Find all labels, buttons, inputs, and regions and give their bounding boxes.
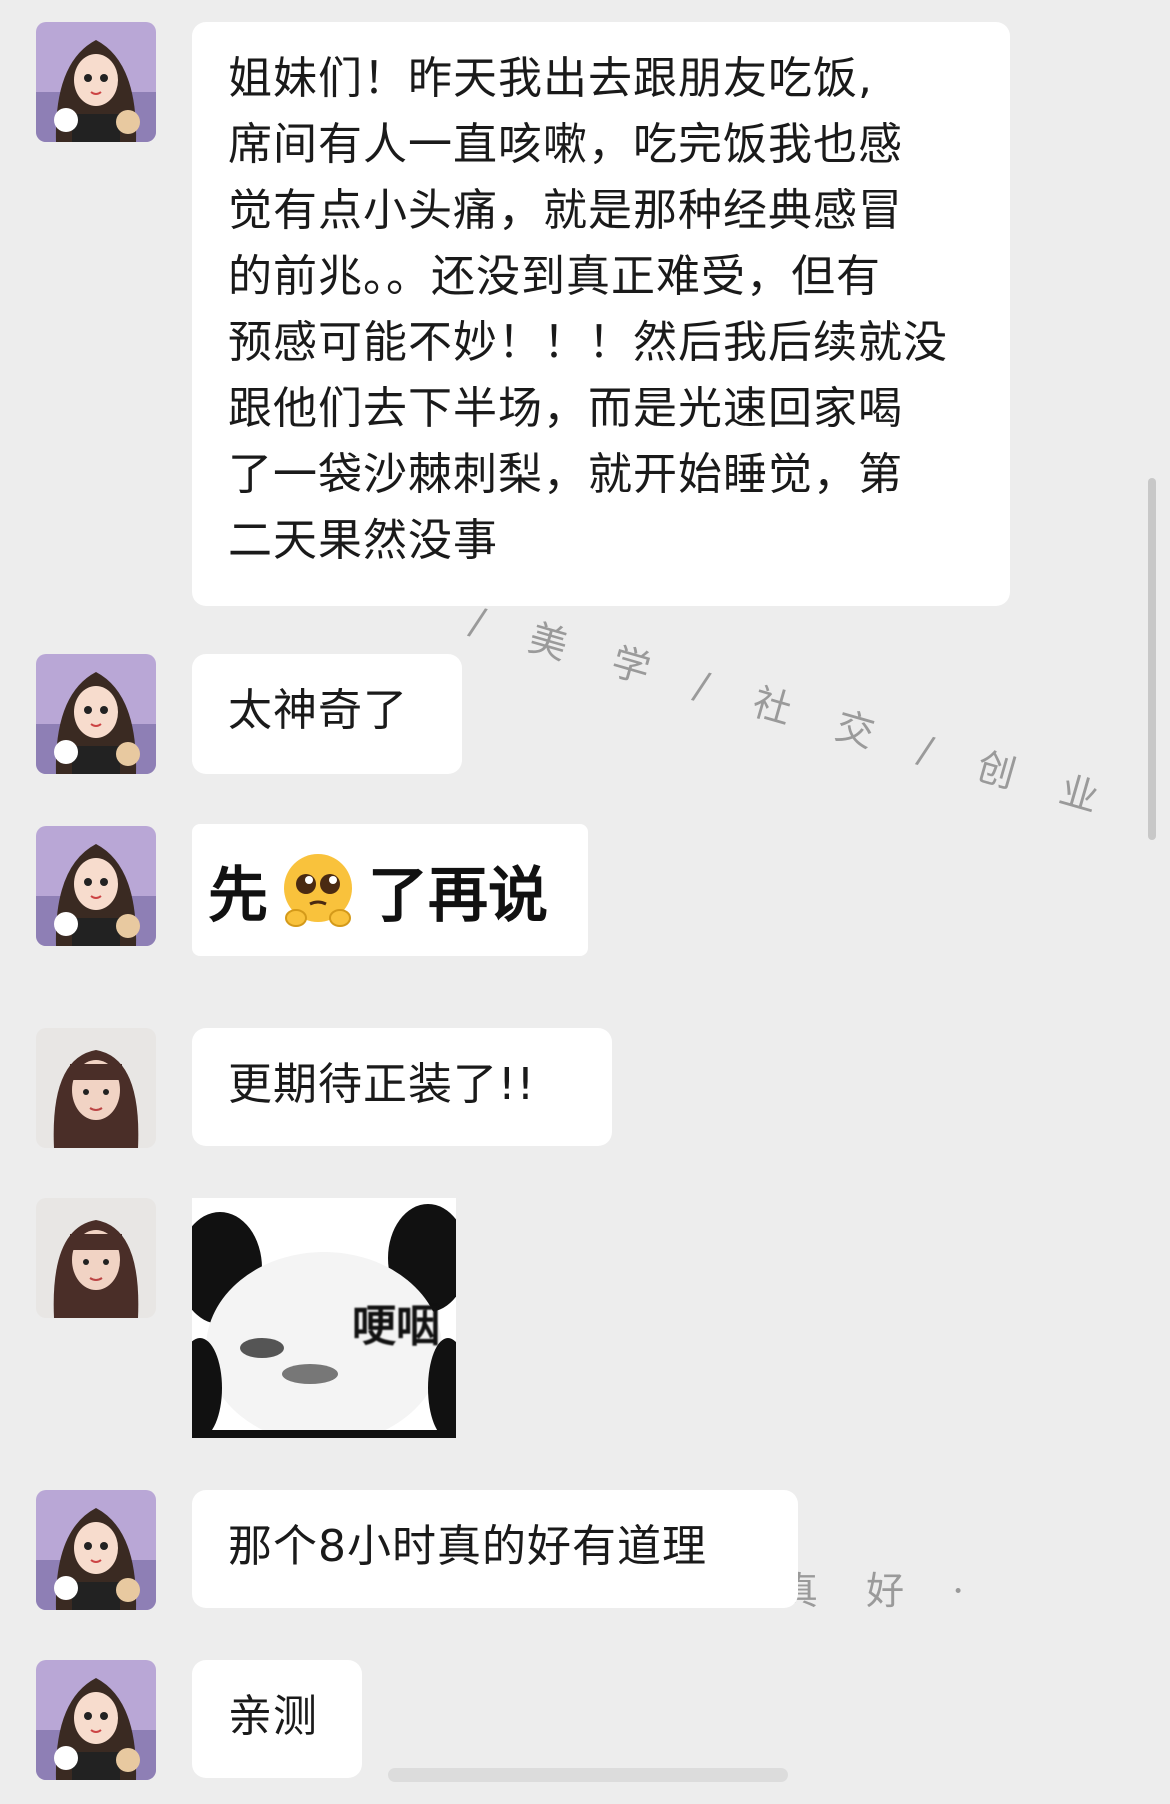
- sticker-caption: 哽咽: [352, 1301, 440, 1352]
- chat-view[interactable]: / 美 学 / 社 交 / 创 业 真 好 · 姐妹们！昨天我出去跟朋友吃饭, …: [0, 0, 1170, 1804]
- message-bubble: 那个8小时真的好有道理: [192, 1490, 798, 1608]
- message-line: 了一袋沙棘刺梨，就开始睡觉，第: [228, 449, 903, 500]
- pleading-face-icon: [284, 854, 352, 927]
- watermark-text: / 美 学 / 社 交 / 创 业: [465, 598, 1121, 826]
- message-bubble: 亲测: [192, 1660, 362, 1778]
- message-line: 预感可能不妙！！！然后我后续就没: [228, 317, 948, 368]
- avatar-cartoon-girl[interactable]: [36, 654, 156, 774]
- message-line: 跟他们去下半场，而是光速回家喝: [228, 383, 903, 434]
- scrollbar[interactable]: [1148, 478, 1156, 840]
- avatar-cartoon-girl[interactable]: [36, 1490, 156, 1610]
- message-text: 那个8小时真的好有道理: [228, 1521, 707, 1572]
- message-text: 亲测: [228, 1691, 318, 1742]
- message-text: 先: [208, 860, 268, 931]
- message-line: 的前兆。。还没到真正难受，但有: [228, 251, 881, 302]
- home-indicator-bar[interactable]: [388, 1768, 788, 1782]
- message-line: 觉有点小头痛，就是那种经典感冒: [228, 185, 903, 236]
- avatar-cartoon-girl[interactable]: [36, 826, 156, 946]
- panda-sticker[interactable]: 哽咽: [192, 1198, 456, 1438]
- message-bubble: 太神奇了: [192, 654, 462, 774]
- message-text: 了再说: [368, 860, 548, 931]
- message-line: 姐妹们！昨天我出去跟朋友吃饭,: [228, 53, 873, 104]
- message-line: 席间有人一直咳嗽，吃完饭我也感: [228, 119, 903, 170]
- avatar-cartoon-girl[interactable]: [36, 1660, 156, 1780]
- watermark-text-secondary: 真 好 ·: [780, 1569, 983, 1613]
- message-text: 太神奇了: [228, 685, 408, 736]
- message-bubble: 姐妹们！昨天我出去跟朋友吃饭, 席间有人一直咳嗽，吃完饭我也感 觉有点小头痛，就…: [192, 22, 1010, 606]
- avatar-photo-woman[interactable]: [36, 1028, 156, 1148]
- emoji-message-bubble: 先 了再说: [192, 824, 588, 956]
- message-bubble: 更期待正装了!!: [192, 1028, 612, 1146]
- message-text: 更期待正装了!!: [228, 1059, 536, 1110]
- avatar-photo-woman[interactable]: [36, 1198, 156, 1318]
- message-line: 二天果然没事: [228, 515, 498, 566]
- avatar-cartoon-girl[interactable]: [36, 22, 156, 142]
